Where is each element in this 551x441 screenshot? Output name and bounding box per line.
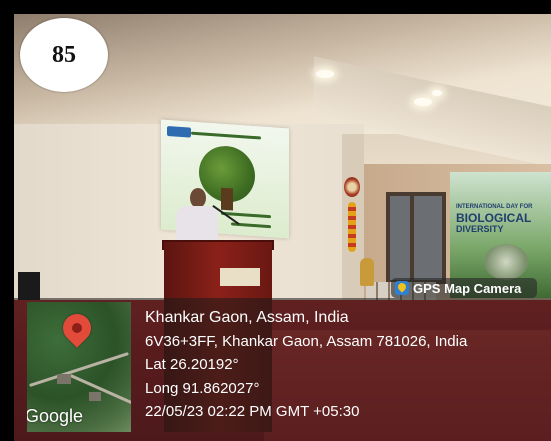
longitude: Long 91.862027° [145,379,260,397]
gps-map-camera-logo-icon [395,281,409,295]
screen-logo [167,125,191,138]
gps-tag-label: GPS Map Camera [413,280,522,296]
map-road [29,352,129,387]
address-line: 6V36+3FF, Khankar Gaon, Assam 781026, In… [145,332,468,350]
banner-globe-image [484,244,528,280]
ceiling-light [432,90,442,96]
window [386,192,446,284]
flower-garland [348,202,356,252]
banner-line-3: DIVERSITY [456,224,504,234]
map-thumbnail: Google [27,302,131,432]
speaker-person [190,188,206,208]
banner-title: INTERNATIONAL DAY FOR BIOLOGICAL DIVERSI… [456,202,548,235]
wall-decoration [344,177,360,197]
latitude: Lat 26.20192° [145,356,239,373]
screen-text-line [191,131,261,140]
map-building [57,374,71,384]
location-pin-icon [57,308,97,348]
podium-nameplate [220,268,260,286]
google-watermark: Google [27,406,84,426]
location-details: Khankar Gaon, Assam, India 6V36+3FF, Kha… [145,306,545,424]
gps-map-camera-tag: GPS Map Camera [391,278,537,298]
timestamp: 22/05/23 02:22 PM GMT +05:30 [145,403,360,420]
banner-line-2: BIOLOGICAL [456,211,532,225]
photo-number: 85 [52,41,76,68]
photo-number-badge: 85 [20,18,108,92]
screen-tree-trunk [221,187,233,211]
ceiling-light [316,70,334,78]
brass-lamp [360,258,374,286]
place-name: Khankar Gaon, Assam, India [145,309,349,326]
map-building [89,392,101,401]
ceiling-light [414,98,432,106]
